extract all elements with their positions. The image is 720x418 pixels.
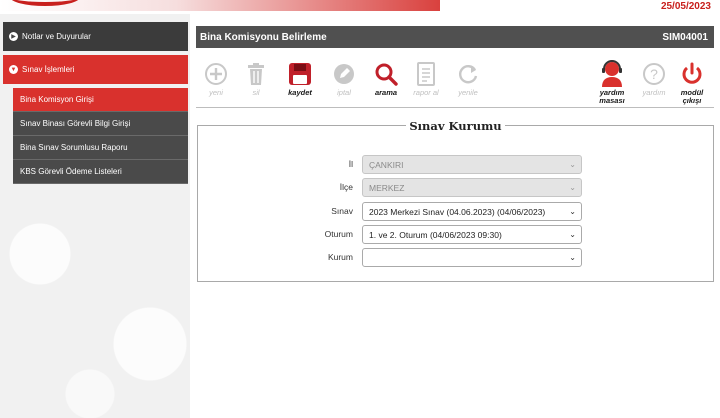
oturum-select-value: 1. ve 2. Oturum (04/06/2023 09:30): [369, 230, 502, 240]
sidebar-item-gorevli-bilgi-girisi[interactable]: Sınav Binası Görevli Bilgi Girişi: [13, 112, 188, 136]
refresh-label: yenile: [458, 88, 478, 97]
ilce-row: İlçe MERKEZ ⌄: [198, 178, 715, 198]
help-desk-headset-icon: [602, 60, 622, 87]
top-banner: 25/05/2023: [0, 0, 720, 14]
sidebar-section-sinav-islemleri[interactable]: ▼ Sınav İşlemleri: [3, 55, 188, 84]
help-button[interactable]: ? yardım: [634, 60, 674, 97]
il-select-value: ÇANKIRI: [369, 160, 404, 170]
sidebar-item-bina-komisyon-girisi[interactable]: Bina Komisyon Girişi: [13, 88, 188, 112]
sidebar-section-label: Notlar ve Duyurular: [22, 32, 91, 41]
kurum-row: Kurum ⌄: [198, 248, 715, 268]
chevron-down-icon: ⌄: [569, 207, 576, 216]
floppy-disk-icon: [289, 63, 311, 85]
ilce-select-value: MERKEZ: [369, 183, 405, 193]
report-document-icon: [417, 62, 435, 86]
module-exit-button[interactable]: modül çıkışı: [672, 60, 712, 105]
sidebar-item-sorumlu-raporu[interactable]: Bina Sınav Sorumlusu Raporu: [13, 136, 188, 160]
exam-institution-panel: Sınav Kurumu İl ÇANKIRI ⌄ İlçe MERKEZ ⌄ …: [197, 119, 715, 282]
screen-code: SIM04001: [662, 31, 708, 43]
help-label: yardım: [642, 88, 666, 97]
cancel-button[interactable]: iptal: [324, 60, 364, 97]
report-button[interactable]: rapor al: [406, 60, 446, 97]
sinav-select[interactable]: 2023 Merkezi Sınav (04.06.2023) (04/06/2…: [362, 202, 582, 221]
search-icon: [375, 63, 398, 86]
sidebar-item-label: Sınav Binası Görevli Bilgi Girişi: [20, 119, 131, 128]
sinav-label: Sınav: [331, 206, 353, 216]
search-button[interactable]: arama: [366, 60, 406, 97]
new-label: yeni: [209, 88, 223, 97]
chevron-down-icon: ⌄: [569, 183, 576, 192]
cancel-pencil-icon: [334, 64, 354, 84]
chevron-down-icon: ▼: [9, 65, 18, 74]
toolbar: yeni sil kaydet iptal arama rapor al yen…: [196, 56, 714, 108]
ilce-label: İlçe: [339, 182, 353, 192]
plus-circle-icon: [205, 63, 227, 85]
search-label: arama: [374, 88, 398, 97]
kurum-select[interactable]: ⌄: [362, 248, 582, 267]
svg-text:?: ?: [650, 66, 658, 82]
sidebar-section-label: Sınav İşlemleri: [22, 65, 75, 74]
sidebar-submenu: Bina Komisyon Girişi Sınav Binası Görevl…: [13, 88, 188, 184]
chevron-down-icon: ⌄: [569, 253, 576, 262]
chevron-right-icon: ▶: [9, 32, 18, 41]
module-exit-label: modül çıkışı: [680, 88, 704, 105]
page-title-bar: Bina Komisyonu Belirleme SIM04001: [196, 26, 714, 48]
save-label: kaydet: [288, 88, 312, 97]
page-title: Bina Komisyonu Belirleme: [200, 31, 327, 43]
new-button[interactable]: yeni: [196, 60, 236, 97]
power-icon: [682, 62, 702, 84]
current-date: 25/05/2023: [660, 1, 711, 12]
il-label: İl: [348, 159, 353, 169]
delete-label: sil: [252, 88, 260, 97]
report-label: rapor al: [413, 88, 439, 97]
sidebar-section-notlar[interactable]: ▶ Notlar ve Duyurular: [3, 22, 188, 51]
oturum-label: Oturum: [324, 229, 353, 239]
help-desk-label: yardım masası: [599, 88, 625, 105]
sidebar-item-kbs-odeme-listeleri[interactable]: KBS Görevli Ödeme Listeleri: [13, 160, 188, 184]
delete-button[interactable]: sil: [236, 60, 276, 97]
sidebar-item-label: Bina Sınav Sorumlusu Raporu: [20, 143, 128, 152]
sinav-select-value: 2023 Merkezi Sınav (04.06.2023) (04/06/2…: [369, 207, 546, 217]
save-button[interactable]: kaydet: [280, 60, 320, 97]
sidebar-item-label: KBS Görevli Ödeme Listeleri: [20, 167, 122, 176]
sinav-row: Sınav 2023 Merkezi Sınav (04.06.2023) (0…: [198, 202, 715, 222]
il-row: İl ÇANKIRI ⌄: [198, 155, 715, 175]
help-desk-button[interactable]: yardım masası: [592, 60, 632, 105]
il-select[interactable]: ÇANKIRI ⌄: [362, 155, 582, 174]
question-circle-icon: ?: [643, 63, 665, 85]
oturum-select[interactable]: 1. ve 2. Oturum (04/06/2023 09:30) ⌄: [362, 225, 582, 244]
cancel-label: iptal: [337, 88, 351, 97]
chevron-down-icon: ⌄: [569, 160, 576, 169]
ilce-select[interactable]: MERKEZ ⌄: [362, 178, 582, 197]
trash-icon: [248, 63, 264, 85]
chevron-down-icon: ⌄: [569, 230, 576, 239]
refresh-icon: [459, 65, 478, 84]
oturum-row: Oturum 1. ve 2. Oturum (04/06/2023 09:30…: [198, 225, 715, 245]
kurum-label: Kurum: [327, 252, 353, 262]
panel-title: Sınav Kurumu: [198, 117, 713, 135]
sidebar-item-label: Bina Komisyon Girişi: [20, 95, 94, 104]
refresh-button[interactable]: yenile: [448, 60, 488, 97]
